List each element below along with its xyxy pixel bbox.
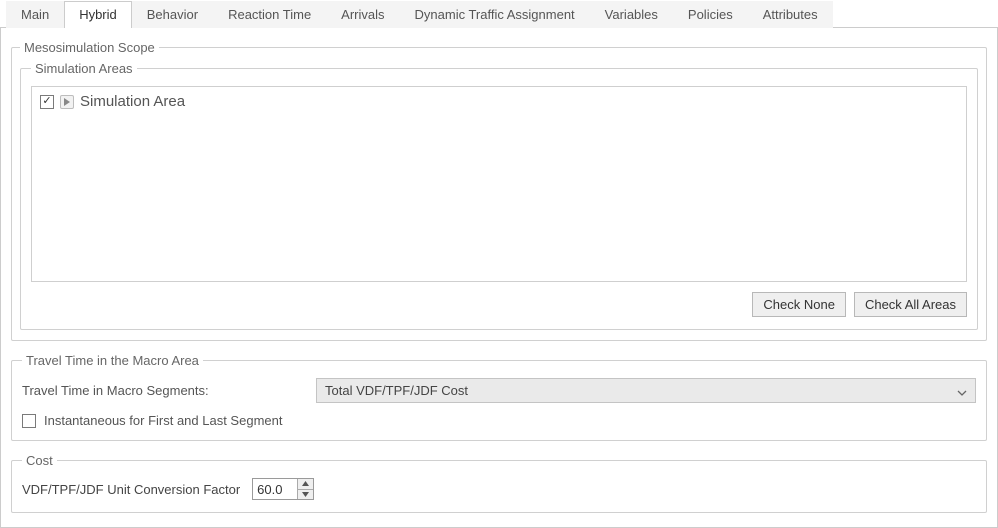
simulation-area-checkbox[interactable] <box>40 95 54 109</box>
tab-variables[interactable]: Variables <box>590 1 673 28</box>
travel-segments-value: Total VDF/TPF/JDF Cost <box>325 383 468 398</box>
spinner-down-button[interactable] <box>298 490 313 500</box>
tab-panel-hybrid: Mesosimulation Scope Simulation Areas Si… <box>0 28 998 528</box>
tab-behavior[interactable]: Behavior <box>132 1 213 28</box>
tab-reaction-time[interactable]: Reaction Time <box>213 1 326 28</box>
simulation-areas-buttons: Check None Check All Areas <box>31 292 967 317</box>
tab-dynamic-traffic-assignment[interactable]: Dynamic Traffic Assignment <box>400 1 590 28</box>
simulation-areas-group: Simulation Areas Simulation Area Check N… <box>20 61 978 330</box>
tab-attributes[interactable]: Attributes <box>748 1 833 28</box>
tab-policies[interactable]: Policies <box>673 1 748 28</box>
simulation-area-row: Simulation Area <box>40 93 958 110</box>
simulation-areas-legend: Simulation Areas <box>31 61 137 76</box>
spinner-buttons <box>297 479 313 499</box>
simulation-areas-list: Simulation Area <box>31 86 967 282</box>
travel-segments-label: Travel Time in Macro Segments: <box>22 383 304 398</box>
mesosimulation-scope-group: Mesosimulation Scope Simulation Areas Si… <box>11 40 987 341</box>
cost-group: Cost VDF/TPF/JDF Unit Conversion Factor <box>11 453 987 513</box>
travel-segments-select[interactable]: Total VDF/TPF/JDF Cost <box>316 378 976 403</box>
unit-conversion-label: VDF/TPF/JDF Unit Conversion Factor <box>22 482 240 497</box>
travel-segments-row: Travel Time in Macro Segments: Total VDF… <box>22 378 976 403</box>
mesosimulation-scope-legend: Mesosimulation Scope <box>20 40 159 55</box>
unit-conversion-spinner[interactable] <box>252 478 314 500</box>
simulation-area-label: Simulation Area <box>80 93 185 110</box>
cost-legend: Cost <box>22 453 57 468</box>
tab-bar: MainHybridBehaviorReaction TimeArrivalsD… <box>0 0 998 28</box>
travel-time-legend: Travel Time in the Macro Area <box>22 353 203 368</box>
check-none-button[interactable]: Check None <box>752 292 846 317</box>
travel-time-group: Travel Time in the Macro Area Travel Tim… <box>11 353 987 441</box>
tab-hybrid[interactable]: Hybrid <box>64 1 132 28</box>
tab-main[interactable]: Main <box>6 1 64 28</box>
chevron-down-icon <box>957 386 967 396</box>
check-all-areas-button[interactable]: Check All Areas <box>854 292 967 317</box>
unit-conversion-input[interactable] <box>253 479 297 499</box>
play-icon[interactable] <box>60 95 74 109</box>
instantaneous-label: Instantaneous for First and Last Segment <box>44 413 282 428</box>
spinner-up-button[interactable] <box>298 479 313 490</box>
tab-arrivals[interactable]: Arrivals <box>326 1 399 28</box>
instantaneous-checkbox[interactable] <box>22 414 36 428</box>
instantaneous-row: Instantaneous for First and Last Segment <box>22 413 976 428</box>
